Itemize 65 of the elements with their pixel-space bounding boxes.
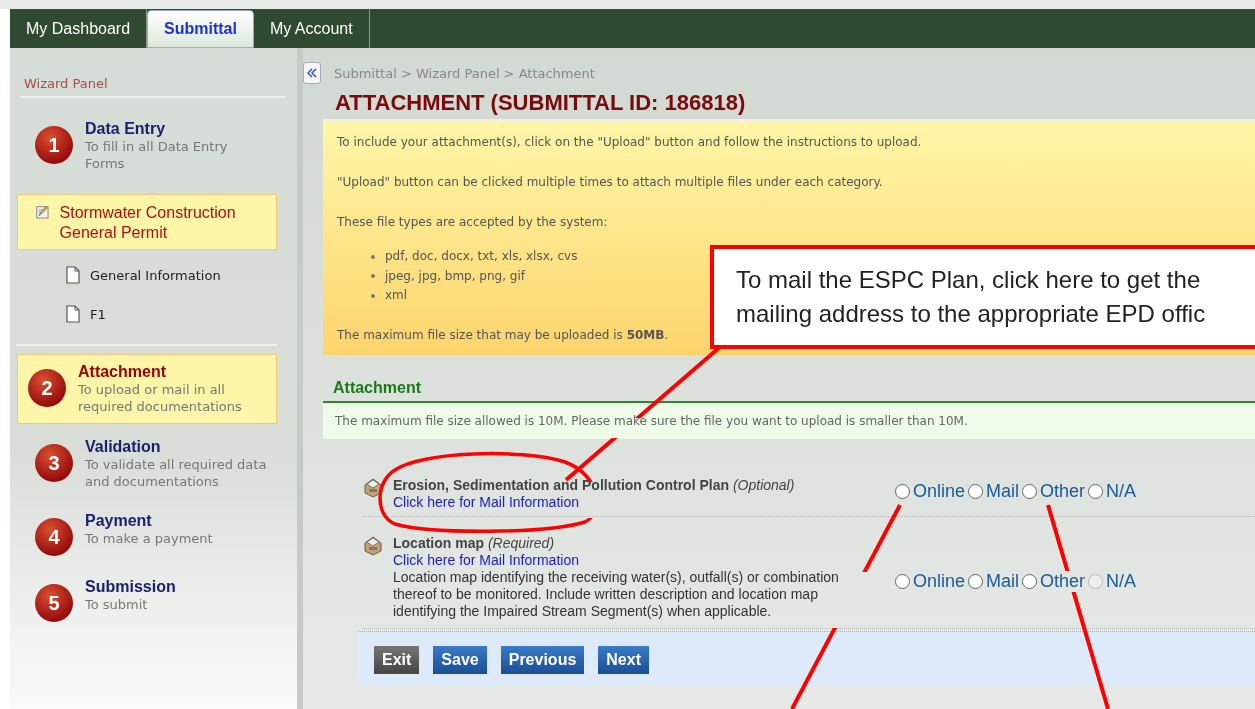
mail-info-link[interactable]: Click here for Mail Information — [393, 551, 877, 569]
section-note: The maximum file size allowed is 10M. Please make sure the file you want to upload is smaller than 10M. — [323, 402, 1255, 439]
step-title[interactable]: Validation — [85, 438, 270, 456]
radio-button[interactable] — [895, 573, 910, 589]
page-link[interactable]: F1 — [90, 306, 106, 322]
radio-label[interactable]: Other — [1040, 570, 1086, 592]
radio-button[interactable] — [968, 573, 984, 589]
step-description: To fill in all Data Entry Forms — [85, 138, 229, 172]
bullet-icon — [371, 274, 375, 279]
radio-label[interactable]: Mail — [986, 480, 1020, 502]
step-description: To make a payment — [85, 530, 214, 547]
mail-info-link[interactable]: Click here for Mail Information — [393, 493, 877, 511]
radio-button[interactable] — [1022, 483, 1038, 499]
action-button[interactable]: Next — [596, 643, 651, 676]
step-description: To validate all required data and documentations — [85, 456, 268, 490]
radio-button[interactable] — [1088, 483, 1104, 499]
attachment-title: Erosion, Sedimentation and Pollution Control Plan (Optional) — [393, 476, 796, 494]
panel-title: Wizard Panel — [23, 76, 109, 93]
step-title[interactable]: Submission — [85, 578, 270, 596]
radio-label[interactable]: Online — [913, 570, 966, 592]
step-description: To submit — [85, 596, 149, 613]
radio-button[interactable] — [968, 483, 984, 499]
step-number-badge: 5 — [35, 584, 73, 622]
step-title[interactable]: Attachment — [78, 363, 263, 381]
annotation-text: To mail the ESPC Plan, click here to get the — [736, 265, 1202, 295]
annotation-text: mailing address to the appropriate EPD offic — [736, 299, 1207, 329]
radio-label[interactable]: Mail — [986, 570, 1020, 592]
nav-tab[interactable]: Submittal — [147, 10, 254, 48]
step-number-badge: 4 — [35, 518, 73, 556]
action-button[interactable]: Exit — [372, 643, 422, 676]
step-description: To upload or mail in all required documentations — [78, 381, 243, 415]
file-type-text: xml — [385, 287, 408, 304]
file-type-text: jpeg, jpg, bmp, png, gif — [385, 267, 525, 285]
info-text: These file types are accepted by the system: — [337, 215, 609, 230]
form-label: Stormwater Construction General Permit — [59, 203, 237, 243]
bullet-icon — [371, 254, 375, 259]
attachment-title: Location map (Required) — [393, 534, 556, 552]
step-number-badge: 1 — [35, 126, 73, 164]
edit-form-icon — [36, 203, 50, 221]
radio-button[interactable] — [1022, 573, 1038, 589]
radio-button[interactable] — [895, 483, 910, 499]
step-title[interactable]: Data Entry — [85, 120, 270, 138]
page-title: ATTACHMENT (SUBMITTAL ID: 186818) — [334, 89, 747, 117]
radio-label[interactable]: Online — [913, 480, 966, 502]
radio-label[interactable]: N/A — [1106, 480, 1137, 502]
form-item[interactable]: Stormwater Construction General Permit — [17, 194, 277, 250]
action-button[interactable]: Save — [431, 643, 489, 676]
radio-label[interactable]: Other — [1040, 480, 1086, 502]
step-highlight[interactable]: 2 Attachment To upload or mail in all required documentations — [17, 354, 277, 424]
step-number-badge: 2 — [28, 369, 66, 407]
double-chevron-icon — [307, 68, 317, 78]
step-title[interactable]: Payment — [85, 512, 270, 530]
info-text: To include your attachment(s), click on the "Upload" button and follow the instructions to upload. — [337, 135, 923, 150]
document-icon — [66, 266, 80, 284]
breadcrumb: Submittal > Wizard Panel > Attachment — [334, 65, 595, 81]
action-button[interactable]: Previous — [498, 643, 587, 676]
info-text: "Upload" button can be clicked multiple times to attach multiple files under each category. — [337, 175, 884, 190]
info-text: The maximum file size that may be uploaded is 50MB. — [337, 327, 670, 343]
bullet-icon — [371, 293, 375, 298]
attachment-description: Location map identifying the receiving water(s), outfall(s) or combination thereof to be monitored. Include written description and location map identifying the Impaired Stream Segment(s) when applicable. — [393, 568, 840, 620]
document-icon — [66, 305, 80, 323]
collapse-button[interactable] — [303, 62, 321, 84]
page-link[interactable]: General Information — [90, 267, 221, 283]
step-number-badge: 3 — [35, 444, 73, 482]
file-type-text: pdf, doc, docx, txt, xls, xlsx, cvs — [385, 248, 578, 265]
